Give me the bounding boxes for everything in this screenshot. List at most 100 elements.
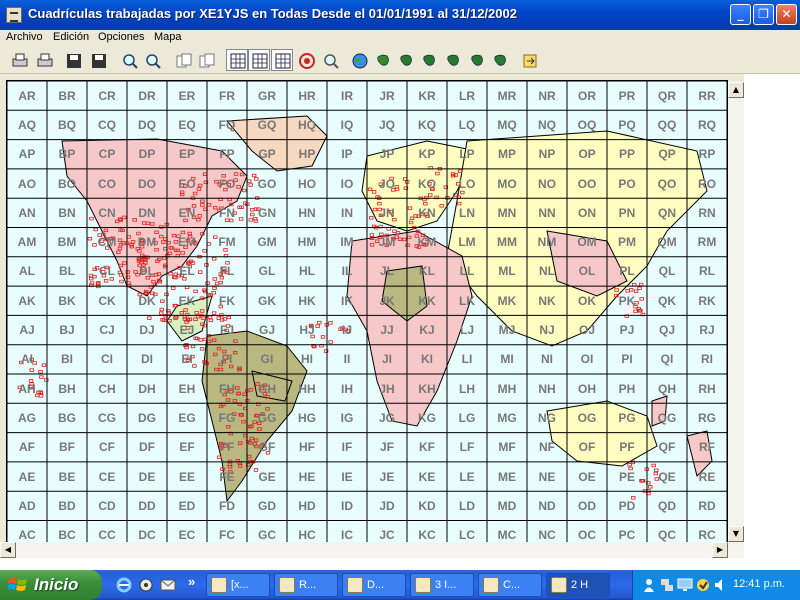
grid-square-label[interactable]: BK (47, 294, 87, 308)
grid-square-label[interactable]: DP (127, 147, 167, 161)
grid-square-label[interactable]: FE (207, 470, 247, 484)
menu-mapa[interactable]: Mapa (154, 31, 182, 43)
grid-square-label[interactable]: AL (7, 264, 47, 278)
grid-square-label[interactable]: LO (447, 177, 487, 191)
grid-square-label[interactable]: LN (447, 206, 487, 220)
grid-square-label[interactable]: FH (207, 382, 247, 396)
export-icon[interactable] (518, 49, 540, 71)
grid-square-label[interactable]: QC (647, 528, 687, 542)
grid-square-label[interactable]: IJ (327, 323, 367, 337)
grid-square-label[interactable]: JQ (367, 118, 407, 132)
grid-square-label[interactable]: IP (327, 147, 367, 161)
grid-square-label[interactable]: NP (527, 147, 567, 161)
grid-square-label[interactable]: NG (527, 411, 567, 425)
grid-square-label[interactable]: DM (127, 235, 167, 249)
grid-square-label[interactable]: IL (327, 264, 367, 278)
grid-square-label[interactable]: AH (7, 382, 47, 396)
continent-africa-icon[interactable] (466, 49, 488, 71)
grid-square-label[interactable]: KH (407, 382, 447, 396)
grid-square-label[interactable]: FK (207, 294, 247, 308)
grid-square-label[interactable]: PN (607, 206, 647, 220)
grid-square-label[interactable]: AO (7, 177, 47, 191)
grid-square-label[interactable]: QI (647, 352, 687, 366)
grid-square-label[interactable]: BI (47, 352, 87, 366)
grid-square-label[interactable]: ID (327, 499, 367, 513)
grid-square-label[interactable]: AN (7, 206, 47, 220)
grid-square-label[interactable]: FQ (207, 118, 247, 132)
grid-square-label[interactable]: JN (367, 206, 407, 220)
grid-square-label[interactable]: NM (527, 235, 567, 249)
grid-square-label[interactable]: DC (127, 528, 167, 542)
grid-square-label[interactable]: KK (407, 294, 447, 308)
grid-square-label[interactable]: LK (447, 294, 487, 308)
grid-square-label[interactable]: HE (287, 470, 327, 484)
grid-square-label[interactable]: DI (127, 352, 167, 366)
grid-square-label[interactable]: CR (87, 89, 127, 103)
grid-square-label[interactable]: QG (647, 411, 687, 425)
grid-square-label[interactable]: PO (607, 177, 647, 191)
grid-square-label[interactable]: LF (447, 440, 487, 454)
grid-square-label[interactable]: JM (367, 235, 407, 249)
grid-square-label[interactable]: IG (327, 411, 367, 425)
grid-square-label[interactable]: HJ (287, 323, 327, 337)
grid-square-label[interactable]: LE (447, 470, 487, 484)
grid-square-label[interactable]: GI (247, 352, 287, 366)
grid-square-label[interactable]: RC (687, 528, 727, 542)
grid-square-label[interactable]: NF (527, 440, 567, 454)
grid-square-label[interactable]: LC (447, 528, 487, 542)
taskbar-button[interactable]: [x... (206, 573, 270, 597)
grid-square-label[interactable]: IH (327, 382, 367, 396)
grid-square-label[interactable]: AQ (7, 118, 47, 132)
menu-archivo[interactable]: Archivo (6, 31, 43, 43)
grid-square-label[interactable]: DQ (127, 118, 167, 132)
scroll-down-button[interactable]: ▼ (728, 526, 744, 542)
taskbar-button[interactable]: R... (274, 573, 338, 597)
grid-square-label[interactable]: AC (7, 528, 47, 542)
grid-square-label[interactable]: JC (367, 528, 407, 542)
minimize-button[interactable]: _ (730, 4, 751, 25)
grid-square-label[interactable]: BH (47, 382, 87, 396)
grid-square-label[interactable]: RE (687, 470, 727, 484)
grid-square-label[interactable]: NR (527, 89, 567, 103)
grid-square-label[interactable]: CL (87, 264, 127, 278)
grid-square-label[interactable]: RL (687, 264, 727, 278)
grid-square-label[interactable]: EO (167, 177, 207, 191)
grid-square-label[interactable]: RI (687, 352, 727, 366)
grid-square-label[interactable]: PP (607, 147, 647, 161)
taskbar-button[interactable]: 3 I... (410, 573, 474, 597)
grid-square-label[interactable]: CC (87, 528, 127, 542)
grid-select-icon[interactable] (226, 49, 248, 71)
grid-icon[interactable] (248, 49, 270, 71)
paste-icon[interactable] (195, 49, 217, 71)
grid-square-label[interactable]: RF (687, 440, 727, 454)
grid-32-icon[interactable] (271, 49, 293, 71)
outlook-quicklaunch-icon[interactable] (160, 577, 176, 593)
grid-square-label[interactable]: KQ (407, 118, 447, 132)
continent-south-america-icon[interactable] (395, 49, 417, 71)
grid-square-label[interactable]: AE (7, 470, 47, 484)
grid-square-label[interactable]: JG (367, 411, 407, 425)
grid-square-label[interactable]: EG (167, 411, 207, 425)
grid-square-label[interactable]: RO (687, 177, 727, 191)
grid-square-label[interactable]: NI (527, 352, 567, 366)
grid-square-label[interactable]: AK (7, 294, 47, 308)
save-icon[interactable] (62, 49, 84, 71)
grid-square-label[interactable]: GQ (247, 118, 287, 132)
grid-square-label[interactable]: QE (647, 470, 687, 484)
grid-square-label[interactable]: ME (487, 470, 527, 484)
grid-square-label[interactable]: CJ (87, 323, 127, 337)
grid-square-label[interactable]: MN (487, 206, 527, 220)
grid-square-label[interactable]: CF (87, 440, 127, 454)
grid-square-label[interactable]: NK (527, 294, 567, 308)
grid-square-label[interactable]: LL (447, 264, 487, 278)
grid-square-label[interactable]: OI (567, 352, 607, 366)
grid-square-label[interactable]: PG (607, 411, 647, 425)
taskbar-button[interactable]: C... (478, 573, 542, 597)
grid-square-label[interactable]: EP (167, 147, 207, 161)
grid-square-label[interactable]: CG (87, 411, 127, 425)
grid-square-label[interactable]: ER (167, 89, 207, 103)
grid-square-label[interactable]: HC (287, 528, 327, 542)
grid-square-label[interactable]: JH (367, 382, 407, 396)
grid-square-label[interactable]: HF (287, 440, 327, 454)
grid-square-label[interactable]: GN (247, 206, 287, 220)
